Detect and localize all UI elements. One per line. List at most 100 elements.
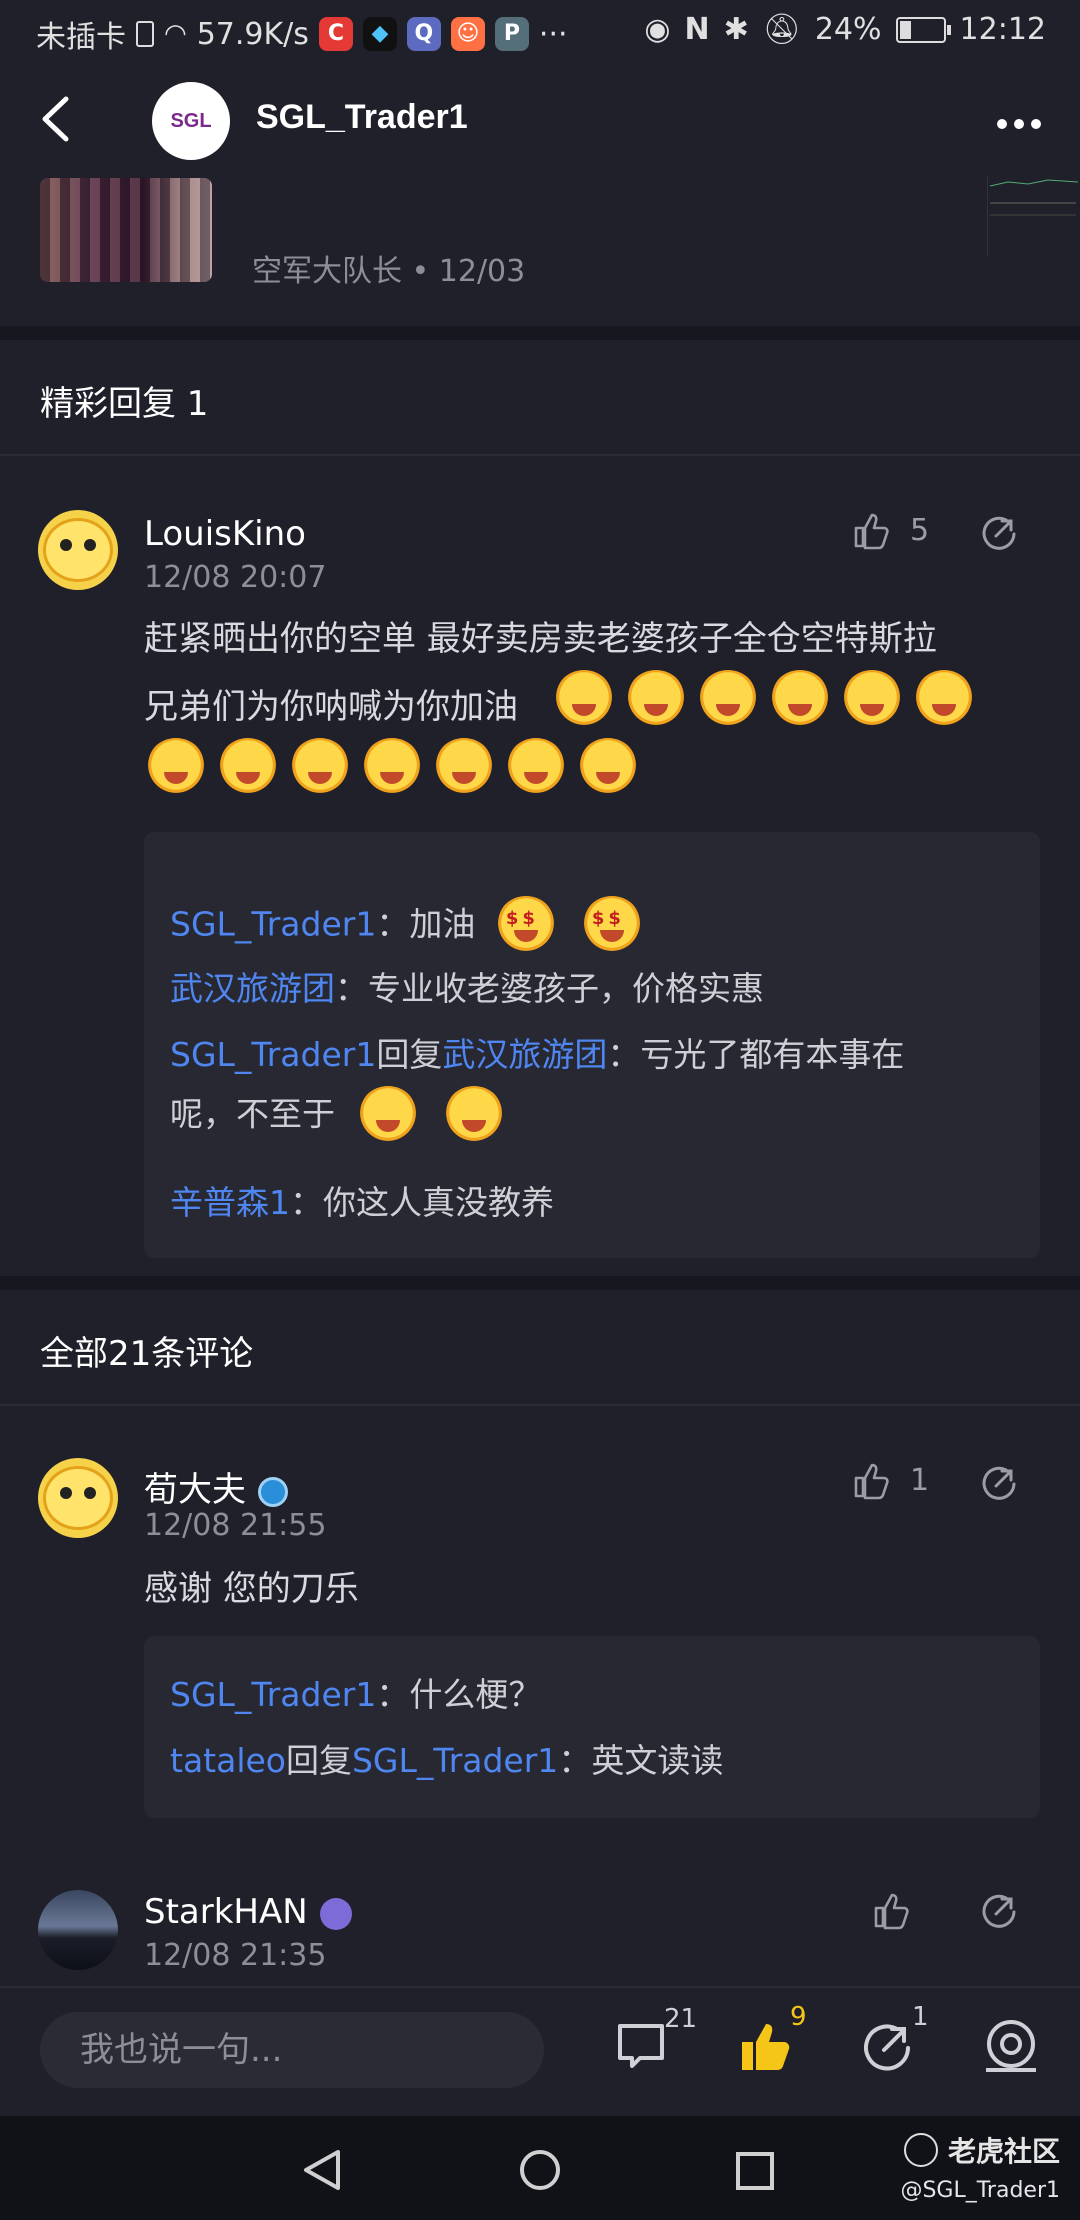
comment-username[interactable]: 荀大夫 <box>144 1462 288 1511</box>
like-count: 9 <box>790 2002 807 2032</box>
money-tiger-avatar-icon <box>43 1466 113 1530</box>
author-avatar[interactable]: SGL <box>152 82 230 160</box>
more-options-icon[interactable] <box>996 102 1042 132</box>
laugh-cry-emoji-icon <box>698 670 758 730</box>
reward-icon[interactable] <box>982 2018 1038 2074</box>
thumbs-up-icon <box>854 1463 889 1500</box>
laugh-cry-emoji-icon <box>146 738 206 798</box>
comment-text-line: 兄弟们为你呐喊为你加油 <box>144 687 518 727</box>
laugh-cry-emoji-icon <box>290 738 350 798</box>
status-bar: 未插卡 ◠ 57.9K/s C ◆ Q ☺ P ··· ◉ N ✱ 🔕︎ 24%… <box>0 0 1080 66</box>
divider <box>0 454 1080 456</box>
reply-item: 辛普森1：你这人真没教养 <box>170 1176 554 1224</box>
clock: 12:12 <box>959 12 1046 47</box>
reply-username[interactable]: SGL_Trader1 <box>170 1675 376 1714</box>
watermark-handle: @SGL_Trader1 <box>900 2178 1060 2203</box>
carrier-text: 未插卡 <box>36 20 126 55</box>
reply-thread[interactable]: SGL_Trader1：加油 武汉旅游团：专业收老婆孩子，价格实惠 SGL_Tr… <box>144 832 1040 1258</box>
username-text: 荀大夫 <box>144 1470 246 1510</box>
reply-item: tataleo回复SGL_Trader1：英文读读 <box>170 1734 723 1782</box>
reply-text: ：加油 <box>376 904 476 944</box>
share-icon[interactable] <box>978 1462 1020 1508</box>
reply-text: ：专业收老婆孩子，价格实惠 <box>335 969 764 1008</box>
reply-text: ：英文读读 <box>558 1741 724 1780</box>
divider <box>0 1404 1080 1406</box>
comment-input[interactable]: 我也说一句... <box>40 2012 544 2088</box>
comment-text: 感谢 您的刀乐 <box>144 1569 359 1609</box>
battery-icon <box>895 16 951 43</box>
reply-target[interactable]: SGL_Trader1 <box>352 1741 558 1780</box>
thumbs-up-filled-icon[interactable] <box>738 2018 794 2074</box>
avatar[interactable] <box>38 1458 118 1538</box>
comment-count: 21 <box>664 2004 698 2034</box>
reply-target[interactable]: 武汉旅游团 <box>442 1035 607 1074</box>
app-notification-icon: ☺ <box>450 17 485 51</box>
top-nav-bar: SGL SGL_Trader1 <box>0 66 1080 176</box>
share-icon[interactable] <box>860 2018 916 2074</box>
laugh-cry-emoji-icon <box>434 738 494 798</box>
comment-time: 12/08 21:55 <box>144 1508 327 1543</box>
comment-text: 赶紧晒出你的空单 最好卖房卖老婆孩子全仓空特斯拉 <box>144 619 937 659</box>
post-preview: 空军大队长 • 12/03 <box>0 176 1080 326</box>
reply-username[interactable]: SGL_Trader1 <box>170 905 376 944</box>
back-arrow-icon[interactable] <box>40 96 70 150</box>
bottom-action-bar: 我也说一句... 21 9 1 <box>0 1986 1080 2118</box>
reply-username[interactable]: SGL_Trader1 <box>170 1035 376 1074</box>
nav-home-icon[interactable] <box>518 2148 562 2196</box>
comment-username[interactable]: StarkHAN <box>144 1892 352 1932</box>
comment-text: 兄弟们为你呐喊为你加油 <box>144 676 518 738</box>
reply-username[interactable]: tataleo <box>170 1741 286 1780</box>
post-image[interactable] <box>40 178 212 282</box>
section-divider <box>0 1276 1080 1290</box>
watermark-brand: 老虎社区 <box>947 2135 1060 2168</box>
comment-icon[interactable] <box>614 2018 670 2074</box>
comment-time: 12/08 20:07 <box>144 560 327 595</box>
featured-replies-title: 精彩回复 1 <box>40 384 209 424</box>
emoji-row <box>554 670 986 730</box>
reply-item: 武汉旅游团：专业收老婆孩子，价格实惠 <box>170 962 764 1010</box>
reply-username[interactable]: 武汉旅游团 <box>170 969 335 1008</box>
thumbs-up-icon <box>854 513 889 550</box>
like-button[interactable]: 1 <box>852 1460 929 1500</box>
member-badge-icon <box>319 1897 352 1930</box>
comment-username[interactable]: LouisKino <box>144 514 306 554</box>
avatar[interactable] <box>38 510 118 590</box>
app-notification-icon: ◆ <box>362 17 397 51</box>
like-count: 5 <box>910 512 930 548</box>
share-icon[interactable] <box>978 1890 1020 1936</box>
reply-text: ：你这人真没教养 <box>290 1183 554 1222</box>
laugh-cry-emoji-icon <box>362 738 422 798</box>
mute-icon: 🔕︎ <box>762 12 801 47</box>
app-notification-icon: Q <box>406 17 441 51</box>
section-divider <box>0 326 1080 340</box>
avatar-logo-text: SGL <box>170 109 212 132</box>
app-notification-icon: P <box>494 17 529 51</box>
thumbs-up-icon <box>874 1893 909 1930</box>
nav-back-icon[interactable] <box>300 2148 344 2196</box>
avatar[interactable] <box>38 1890 118 1970</box>
laugh-cry-emoji-icon <box>578 738 638 798</box>
reply-verb: 回复 <box>285 1741 352 1780</box>
like-button[interactable]: 5 <box>852 510 929 550</box>
network-speed: 57.9K/s <box>196 16 309 52</box>
post-meta: 空军大队长 • 12/03 <box>252 254 526 289</box>
tiger-logo-icon <box>903 2133 938 2167</box>
bluetooth-icon: ✱ <box>723 12 749 47</box>
emoji-row <box>146 738 650 798</box>
reply-username[interactable]: 辛普森1 <box>170 1183 290 1222</box>
system-navigation-bar: 老虎社区 @SGL_Trader1 <box>0 2116 1080 2220</box>
money-eyes-emoji-icon <box>495 896 556 956</box>
eye-icon: ◉ <box>644 12 671 47</box>
page-title[interactable]: SGL_Trader1 <box>256 98 468 137</box>
like-button[interactable] <box>872 1890 912 1930</box>
reply-text: 呢，不至于 <box>170 1094 335 1134</box>
nav-recents-icon[interactable] <box>734 2150 776 2196</box>
like-count: 1 <box>910 1462 930 1498</box>
reply-thread[interactable]: SGL_Trader1：什么梗？ tataleo回复SGL_Trader1：英文… <box>144 1636 1040 1818</box>
tiger-avatar-icon <box>43 518 113 582</box>
post-chart-thumbnail[interactable] <box>987 176 1080 256</box>
laugh-cry-emoji-icon <box>443 1086 504 1146</box>
share-icon[interactable] <box>978 512 1020 558</box>
reply-item: SGL_Trader1回复武汉旅游团：亏光了都有本事在 <box>170 1028 904 1076</box>
laugh-cry-emoji-icon <box>218 738 278 798</box>
